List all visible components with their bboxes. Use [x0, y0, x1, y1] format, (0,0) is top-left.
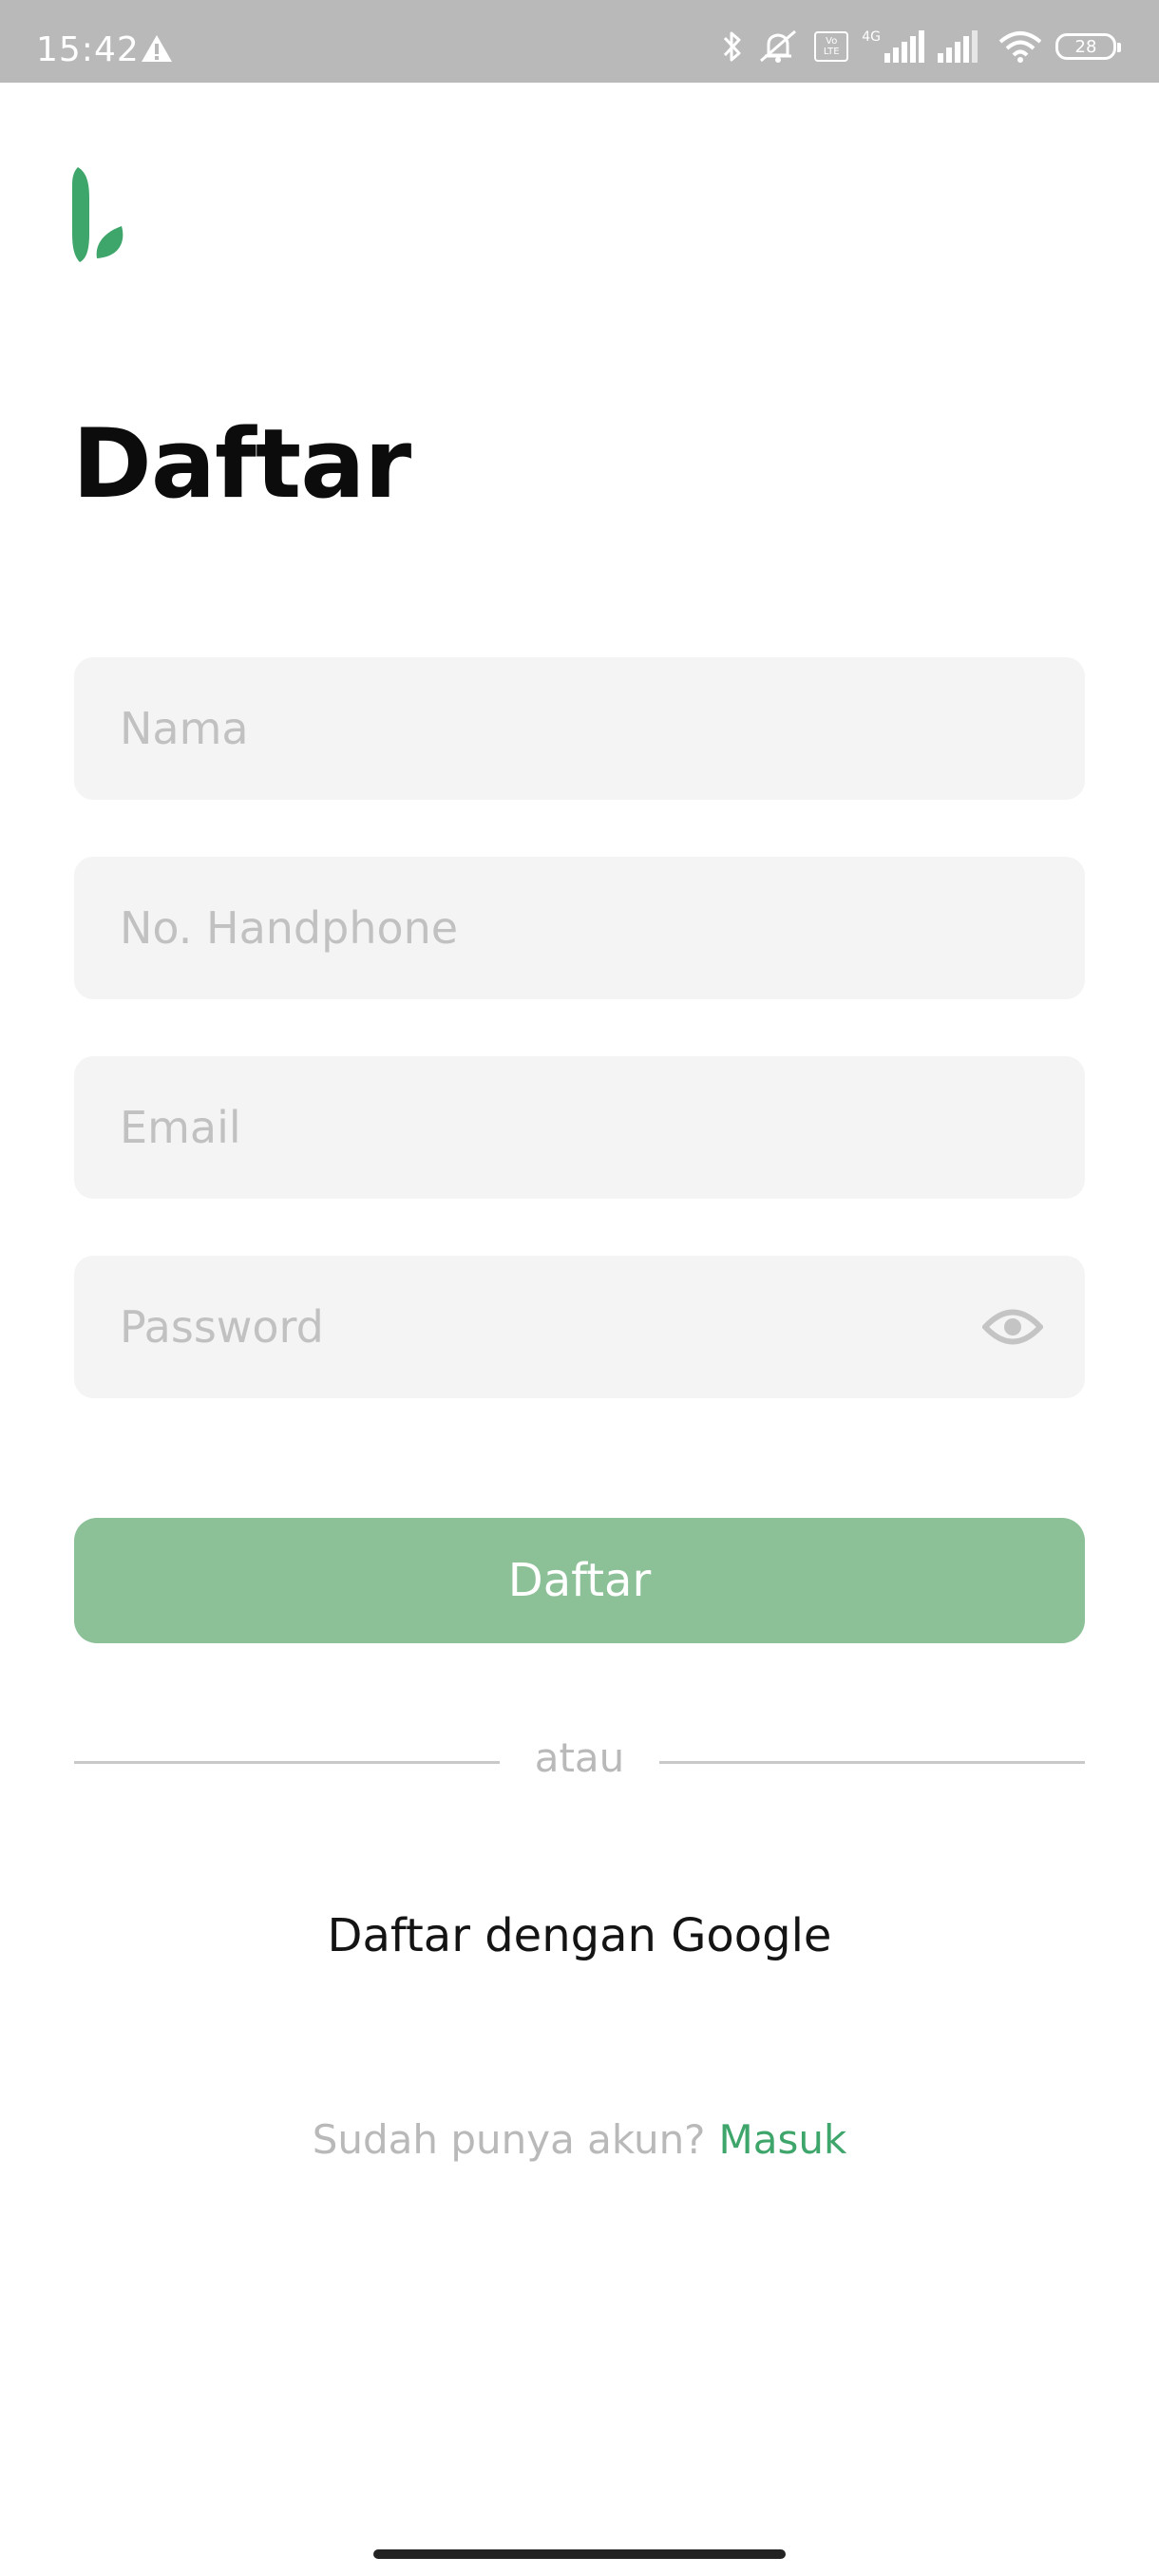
name-input[interactable] [120, 657, 975, 800]
email-input[interactable] [120, 1056, 975, 1199]
status-time: 15:42 [36, 30, 140, 69]
divider-label: atau [534, 1734, 625, 1781]
status-icons: Vo LTE 4G 28 [721, 28, 1121, 65]
page-title: Daftar [72, 407, 411, 520]
phone-input[interactable] [120, 857, 975, 999]
mute-icon [760, 29, 797, 63]
register-button[interactable]: Daftar [74, 1518, 1085, 1643]
divider-line-left [74, 1761, 500, 1764]
signup-screen: 15:42 Vo LTE 4G 28 Daftar Nama No. Handp… [0, 0, 1159, 2576]
bluetooth-icon [724, 31, 741, 62]
network-signal: 4G [862, 30, 924, 63]
eye-icon[interactable] [982, 1303, 1043, 1351]
password-field[interactable] [74, 1256, 1085, 1398]
email-field[interactable] [74, 1056, 1085, 1199]
home-indicator[interactable] [373, 2549, 786, 2559]
signin-link[interactable]: Masuk [718, 2116, 846, 2163]
volte-icon: Vo LTE [814, 31, 849, 62]
phone-field[interactable] [74, 857, 1085, 999]
password-input[interactable] [120, 1256, 975, 1398]
name-field[interactable] [74, 657, 1085, 800]
signal-icon-secondary [938, 30, 978, 63]
signal-icon [884, 30, 924, 63]
brand-leaf-logo [72, 167, 124, 262]
divider-line-right [659, 1761, 1085, 1764]
battery-icon: 28 [1055, 33, 1121, 60]
signin-row: Sudah punya akun? Masuk [0, 2116, 1159, 2163]
signin-prompt: Sudah punya akun? [312, 2116, 706, 2163]
network-type-label: 4G [862, 29, 881, 45]
battery-level: 28 [1074, 36, 1097, 57]
google-signup-button[interactable]: Daftar dengan Google [0, 1909, 1159, 1962]
status-bar: 15:42 Vo LTE 4G 28 [0, 0, 1159, 83]
warning-icon [142, 35, 172, 62]
wifi-icon [998, 31, 1042, 63]
